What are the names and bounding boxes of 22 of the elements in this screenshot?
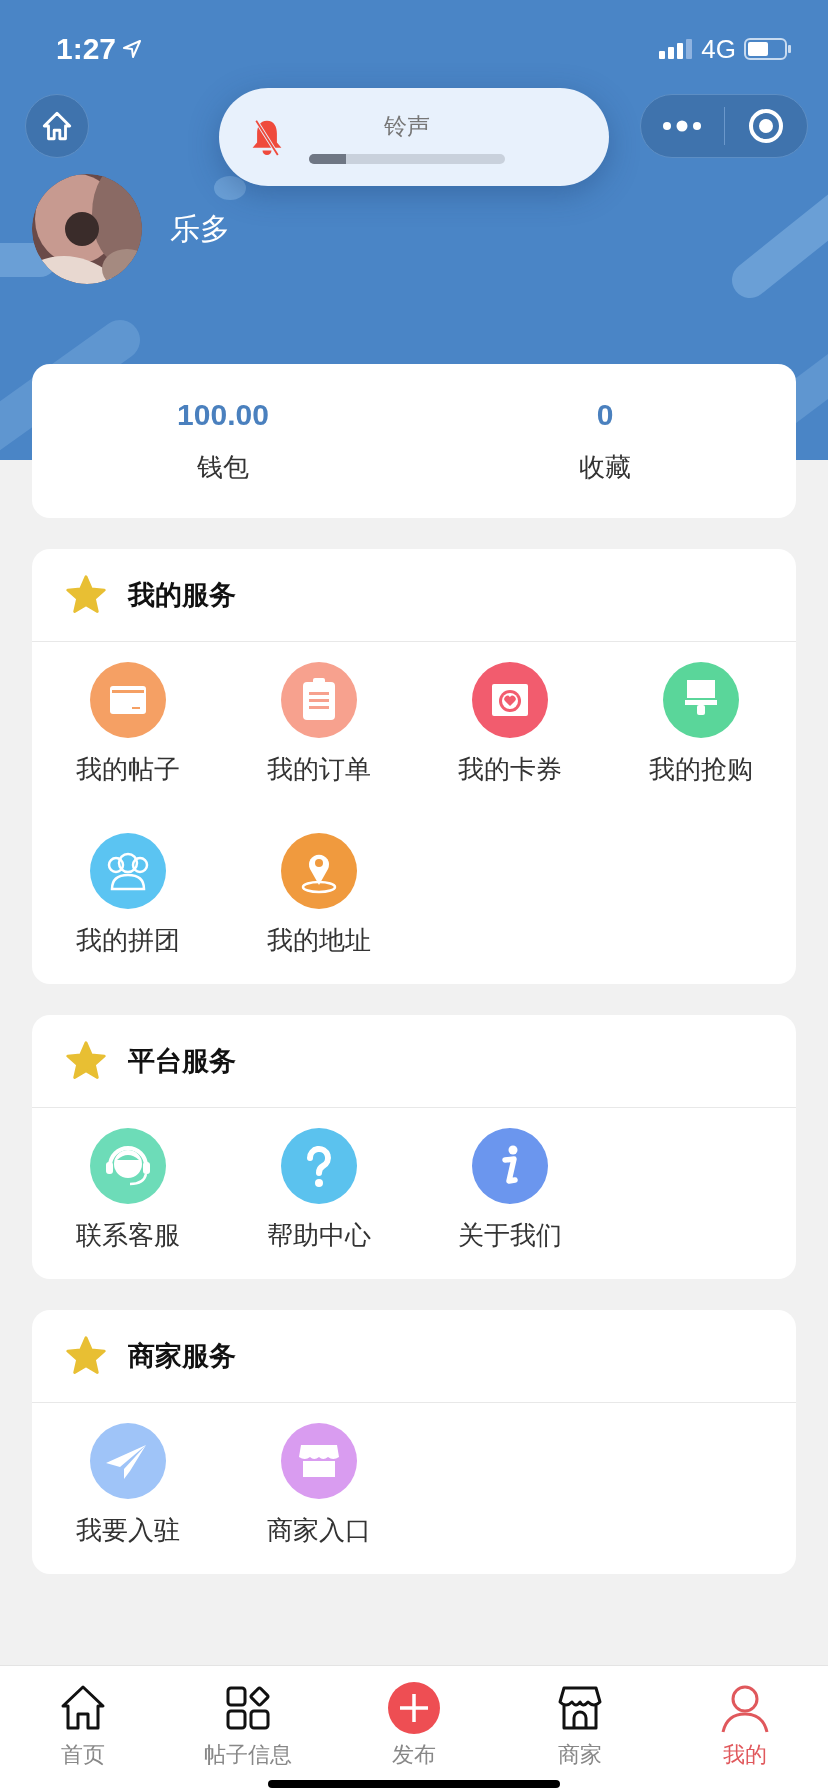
service-item[interactable]: 我的帖子 xyxy=(32,662,223,787)
service-item[interactable]: 我的订单 xyxy=(223,662,414,787)
tab-item[interactable]: 帖子信息 xyxy=(165,1666,332,1792)
service-item[interactable]: 商家入口 xyxy=(223,1423,414,1548)
service-item[interactable]: 我的地址 xyxy=(223,833,414,958)
section-title: 我的服务 xyxy=(128,578,236,612)
service-item[interactable]: 我的拼团 xyxy=(32,833,223,958)
service-item[interactable]: 我要入驻 xyxy=(32,1423,223,1548)
tab-item[interactable]: 发布 xyxy=(331,1666,497,1792)
service-item[interactable]: 我的抢购 xyxy=(605,662,796,787)
tab-item[interactable]: 首页 xyxy=(0,1666,166,1792)
tab-item[interactable]: 我的 xyxy=(662,1666,828,1792)
service-item[interactable]: 帮助中心 xyxy=(223,1128,414,1253)
stat-label: 钱包 xyxy=(197,450,249,484)
service-item[interactable]: 联系客服 xyxy=(32,1128,223,1253)
section-title: 平台服务 xyxy=(128,1044,236,1078)
tab-item[interactable]: 商家 xyxy=(496,1666,663,1792)
section-title: 商家服务 xyxy=(128,1339,236,1373)
service-item[interactable]: 我的卡券 xyxy=(414,662,605,787)
stat-label: 收藏 xyxy=(579,450,631,484)
plus-icon xyxy=(388,1682,440,1734)
service-item[interactable]: 关于我们 xyxy=(414,1128,605,1253)
